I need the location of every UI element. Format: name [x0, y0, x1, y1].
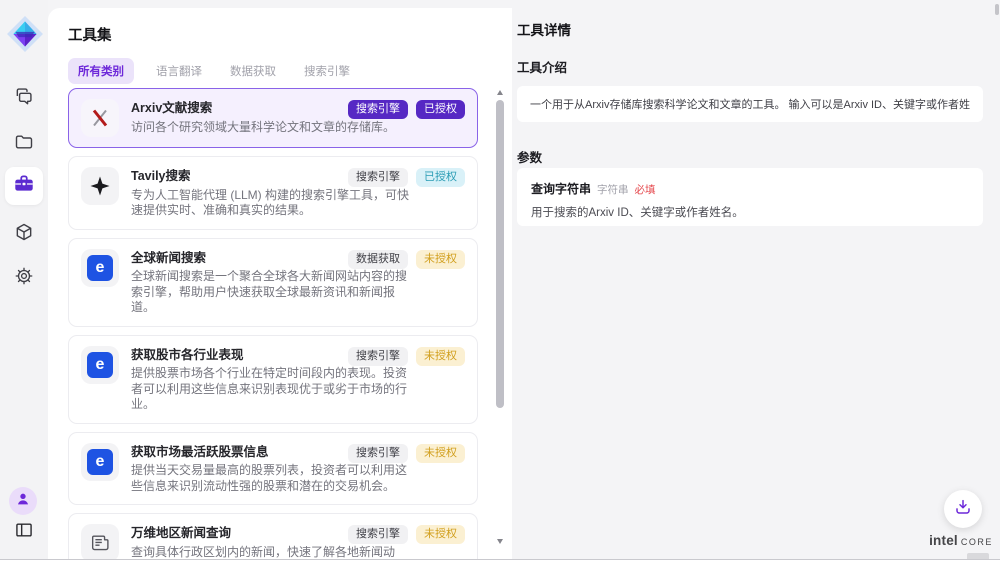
scroll-up-arrow[interactable] [497, 90, 503, 95]
page-title: 工具集 [68, 24, 112, 45]
auth-status-badge: 未授权 [416, 347, 465, 366]
tool-card-sector-performance[interactable]: e 获取股市各行业表现 提供股票市场各个行业在特定时间段内的表现。投资者可以利用… [68, 335, 478, 424]
tool-description: 查询具体行政区划内的新闻，快速了解各地新闻动 [131, 545, 413, 559]
sidebar-rail [0, 0, 48, 559]
param-type-label: 字符串 [597, 182, 629, 197]
tool-card-tavily[interactable]: Tavily搜索 专为人工智能代理 (LLM) 构建的搜索引擎工具，可快速提供实… [68, 156, 478, 230]
news-search-icon: e [81, 443, 119, 481]
download-icon [954, 498, 972, 521]
param-description: 用于搜索的Arxiv ID、关键字或作者姓名。 [531, 204, 969, 220]
toolbox-icon [13, 173, 35, 200]
intro-text: 一个用于从Arxiv存储库搜索科学论文和文章的工具。 输入可以是Arxiv ID… [530, 96, 970, 112]
category-badge: 数据获取 [348, 250, 408, 269]
category-tabs: 所有类别 语言翻译 数据获取 搜索引擎 [68, 58, 356, 84]
newspaper-icon [81, 524, 119, 559]
intro-card: 一个用于从Arxiv存储库搜索科学论文和文章的工具。 输入可以是Arxiv ID… [517, 86, 983, 122]
intel-wordmark: intel [929, 533, 958, 548]
folder-icon [14, 132, 34, 152]
category-badge: 搜索引擎 [348, 347, 408, 366]
sidebar-item-files[interactable] [0, 132, 48, 152]
arxiv-icon [81, 99, 119, 137]
auth-status-badge: 已授权 [416, 100, 465, 119]
list-scrollbar [494, 88, 506, 546]
tool-description: 全球新闻搜索是一个聚合全球各大新闻网站内容的搜索引擎，帮助用户快速获取全球最新资… [131, 269, 413, 315]
param-required-label: 必填 [635, 182, 656, 197]
scroll-down-arrow[interactable] [497, 539, 503, 544]
sidebar-item-models[interactable] [0, 222, 48, 242]
tool-description: 专为人工智能代理 (LLM) 构建的搜索引擎工具，可快速提供实时、准确和真实的结… [131, 188, 413, 219]
core-wordmark: core [961, 533, 993, 548]
category-badge: 搜索引擎 [348, 168, 408, 187]
sidebar-item-toolbox-active[interactable] [5, 167, 43, 205]
window-bottom-border [0, 559, 1000, 560]
download-button[interactable] [944, 490, 982, 528]
auth-status-badge: 未授权 [416, 444, 465, 463]
tab-all-categories[interactable]: 所有类别 [68, 58, 134, 84]
auth-status-badge: 未授权 [416, 250, 465, 269]
news-search-icon: e [81, 249, 119, 287]
tab-language-translation[interactable]: 语言翻译 [150, 58, 208, 84]
chat-icon [14, 86, 34, 106]
tavily-star-icon [81, 167, 119, 205]
tab-data-acquisition[interactable]: 数据获取 [224, 58, 282, 84]
sidebar-item-settings[interactable] [0, 266, 48, 286]
settings-gear-icon [14, 266, 34, 286]
tool-card-active-stocks[interactable]: e 获取市场最活跃股票信息 提供当天交易量最高的股票列表，投资者可以利用这些信息… [68, 432, 478, 506]
sidebar-item-chat[interactable] [0, 86, 48, 106]
auth-status-badge: 已授权 [416, 168, 465, 187]
app-window: 工具集 所有类别 语言翻译 数据获取 搜索引擎 Arxiv文献搜索 访问各个研究… [0, 0, 1000, 559]
tool-description: 提供当天交易量最高的股票列表，投资者可以利用这些信息来识别流动性强的股票和潜在的… [131, 463, 413, 494]
news-search-icon: e [81, 346, 119, 384]
tool-card-global-news[interactable]: e 全球新闻搜索 全球新闻搜索是一个聚合全球各大新闻网站内容的搜索引擎，帮助用户… [68, 238, 478, 327]
sidebar-collapse[interactable] [0, 520, 48, 540]
page-scrollbar[interactable] [995, 4, 999, 15]
category-badge: 搜索引擎 [348, 444, 408, 463]
params-heading: 参数 [517, 147, 542, 166]
category-badge: 搜索引擎 [348, 100, 408, 119]
tab-search-engine[interactable]: 搜索引擎 [298, 58, 356, 84]
tool-card-list: Arxiv文献搜索 访问各个研究领域大量科学论文和文章的存储库。 搜索引擎 已授… [68, 88, 480, 559]
toolset-panel: 工具集 所有类别 语言翻译 数据获取 搜索引擎 Arxiv文献搜索 访问各个研究… [48, 8, 512, 559]
scrollbar-thumb[interactable] [496, 100, 504, 408]
tool-description: 访问各个研究领域大量科学论文和文章的存储库。 [131, 120, 413, 135]
user-avatar[interactable] [9, 487, 37, 515]
details-title: 工具详情 [517, 19, 571, 39]
param-name: 查询字符串 [531, 180, 591, 197]
auth-status-badge: 未授权 [416, 525, 465, 544]
app-logo-diamond [6, 15, 44, 53]
tool-details-panel: 工具详情 工具介绍 一个用于从Arxiv存储库搜索科学论文和文章的工具。 输入可… [517, 0, 1000, 559]
intel-core-logo: intelcore [929, 533, 993, 559]
cube-icon [14, 222, 34, 242]
tool-card-regional-news[interactable]: 万维地区新闻查询 查询具体行政区划内的新闻，快速了解各地新闻动 搜索引擎 未授权 [68, 513, 478, 559]
tool-card-arxiv[interactable]: Arxiv文献搜索 访问各个研究领域大量科学论文和文章的存储库。 搜索引擎 已授… [68, 88, 478, 148]
tool-description: 提供股票市场各个行业在特定时间段内的表现。投资者可以利用这些信息来识别表现优于或… [131, 366, 413, 412]
param-card: 查询字符串 字符串 必填 用于搜索的Arxiv ID、关键字或作者姓名。 [517, 168, 983, 226]
intro-heading: 工具介绍 [517, 57, 567, 76]
category-badge: 搜索引擎 [348, 525, 408, 544]
user-avatar-icon [15, 491, 31, 512]
panel-layout-icon [14, 520, 34, 540]
